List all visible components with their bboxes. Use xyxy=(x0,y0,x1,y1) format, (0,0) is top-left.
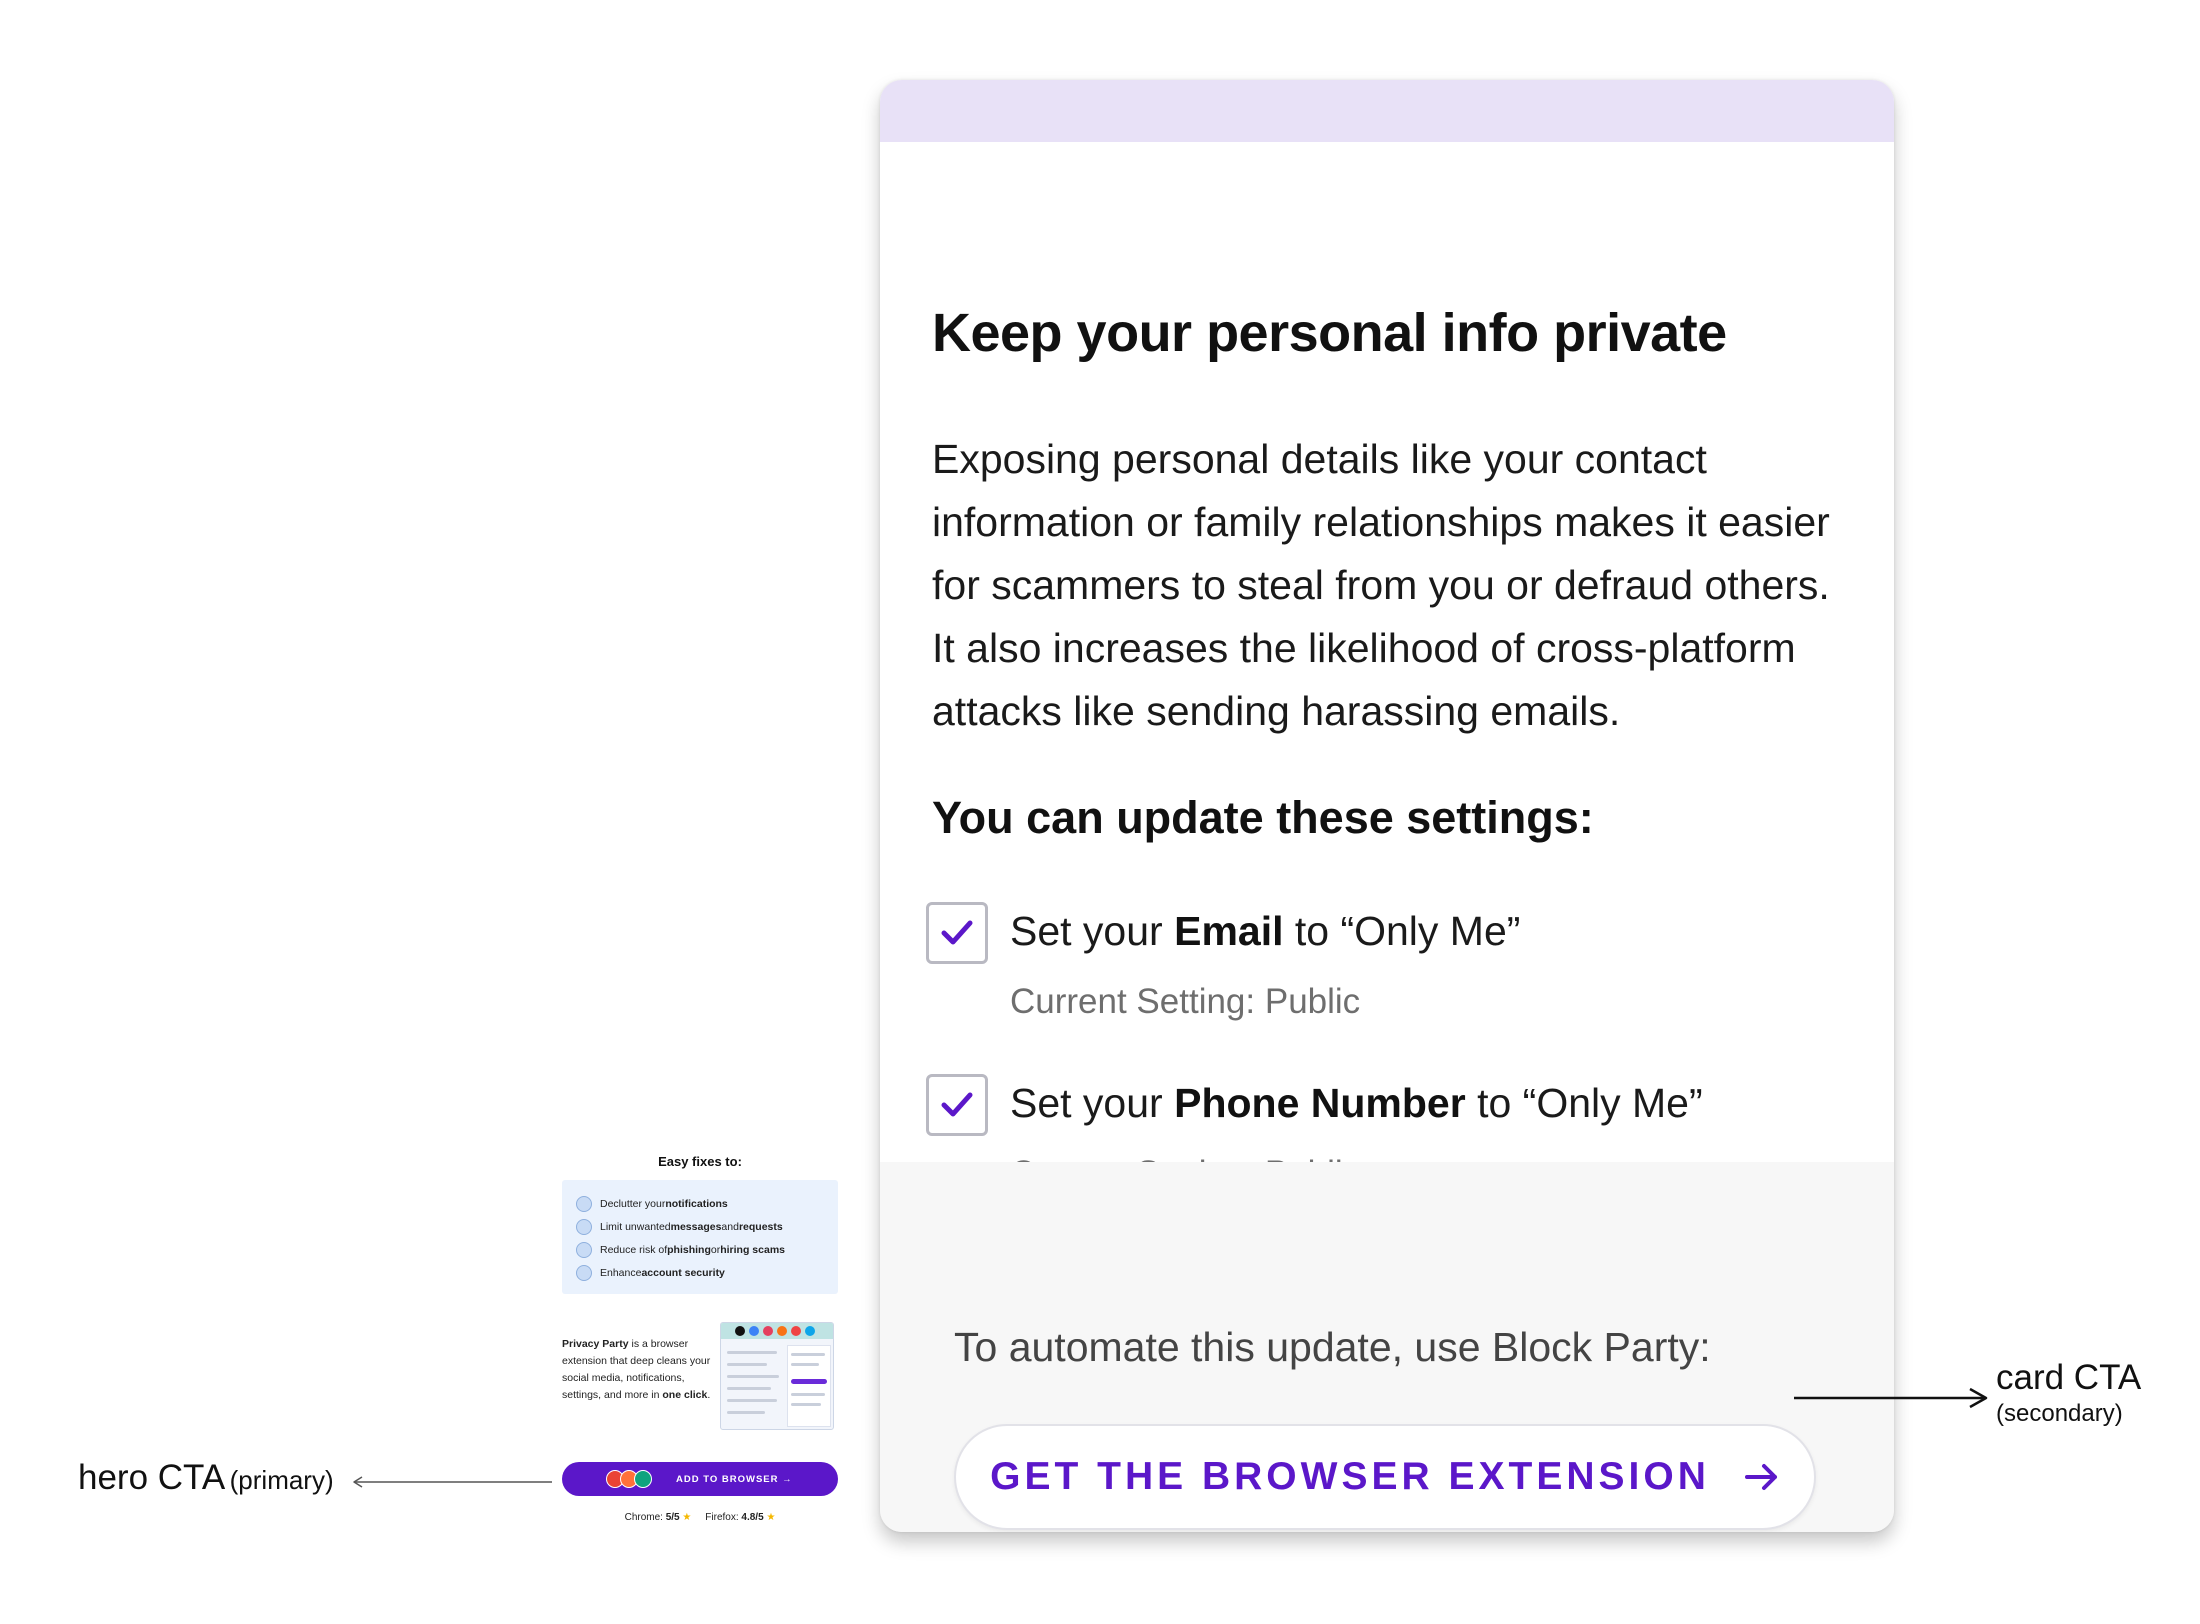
arrow-right-icon xyxy=(1744,1464,1777,1490)
card-title: Keep your personal info private xyxy=(932,303,1727,363)
hero-fix-item: Limit unwanted messages and requests xyxy=(576,1215,838,1238)
hero-description: Privacy Party is a browser extension tha… xyxy=(562,1338,711,1401)
setting-phone-label: Set your Phone Number to “Only Me” xyxy=(1010,1080,1703,1126)
edge-icon xyxy=(634,1470,652,1488)
browser-icons xyxy=(606,1469,666,1489)
card-header-band xyxy=(880,80,1894,142)
hero-cta-pointer-arrow xyxy=(353,1476,552,1488)
hero-fix-item: Enhance account security xyxy=(576,1261,838,1284)
extension-screenshot xyxy=(720,1322,834,1430)
hero-cta-annotation-title: hero CTA xyxy=(78,1458,226,1497)
card-cta-annotation: card CTA (secondary) xyxy=(1996,1358,2141,1428)
message-icon xyxy=(576,1218,592,1235)
get-browser-extension-button[interactable]: GET THE BROWSER EXTENSION xyxy=(954,1424,1816,1530)
phishing-icon xyxy=(576,1241,592,1258)
add-to-browser-label: ADD TO BROWSER → xyxy=(676,1473,793,1485)
checkmark-icon xyxy=(941,920,973,945)
settings-heading: You can update these settings: xyxy=(932,792,1594,843)
setting-email-current: Current Setting: Public xyxy=(1010,982,1361,1021)
checkmark-icon xyxy=(941,1092,973,1117)
card-description: Exposing personal details like your cont… xyxy=(932,436,1830,734)
shield-icon xyxy=(576,1264,592,1281)
star-icon: ★ xyxy=(682,1512,692,1523)
cta-button-label: GET THE BROWSER EXTENSION xyxy=(990,1455,1710,1498)
hero-fix-item: Declutter your notifications xyxy=(576,1192,838,1215)
setting-email-label: Set your Email to “Only Me” xyxy=(1010,908,1521,954)
cta-section: To automate this update, use Block Party… xyxy=(880,1162,1894,1532)
email-checkbox[interactable] xyxy=(926,902,988,964)
card-cta-annotation-title: card CTA xyxy=(1996,1358,2142,1397)
privacy-card: Keep your personal info private Exposing… xyxy=(880,80,1894,1532)
hero-cta-annotation: hero CTA (primary) xyxy=(78,1458,334,1498)
hero-fixes-list: Declutter your notifications Limit unwan… xyxy=(562,1180,838,1294)
hero-fixes-title: Easy fixes to: xyxy=(658,1154,742,1169)
phone-checkbox[interactable] xyxy=(926,1074,988,1136)
hero-cta-annotation-sub: (primary) xyxy=(229,1465,334,1495)
bell-icon xyxy=(576,1195,592,1212)
card-cta-annotation-sub: (secondary) xyxy=(1996,1400,2123,1427)
cta-intro-text: To automate this update, use Block Party… xyxy=(954,1324,1711,1370)
hero-fix-item: Reduce risk of phishing or hiring scams xyxy=(576,1238,838,1261)
add-to-browser-button[interactable]: ADD TO BROWSER → xyxy=(562,1462,838,1496)
store-ratings: Chrome: 5/5 ★ Firefox: 4.8/5 ★ xyxy=(624,1512,776,1523)
star-icon: ★ xyxy=(766,1512,776,1523)
card-cta-pointer-arrow xyxy=(1794,1387,1988,1409)
